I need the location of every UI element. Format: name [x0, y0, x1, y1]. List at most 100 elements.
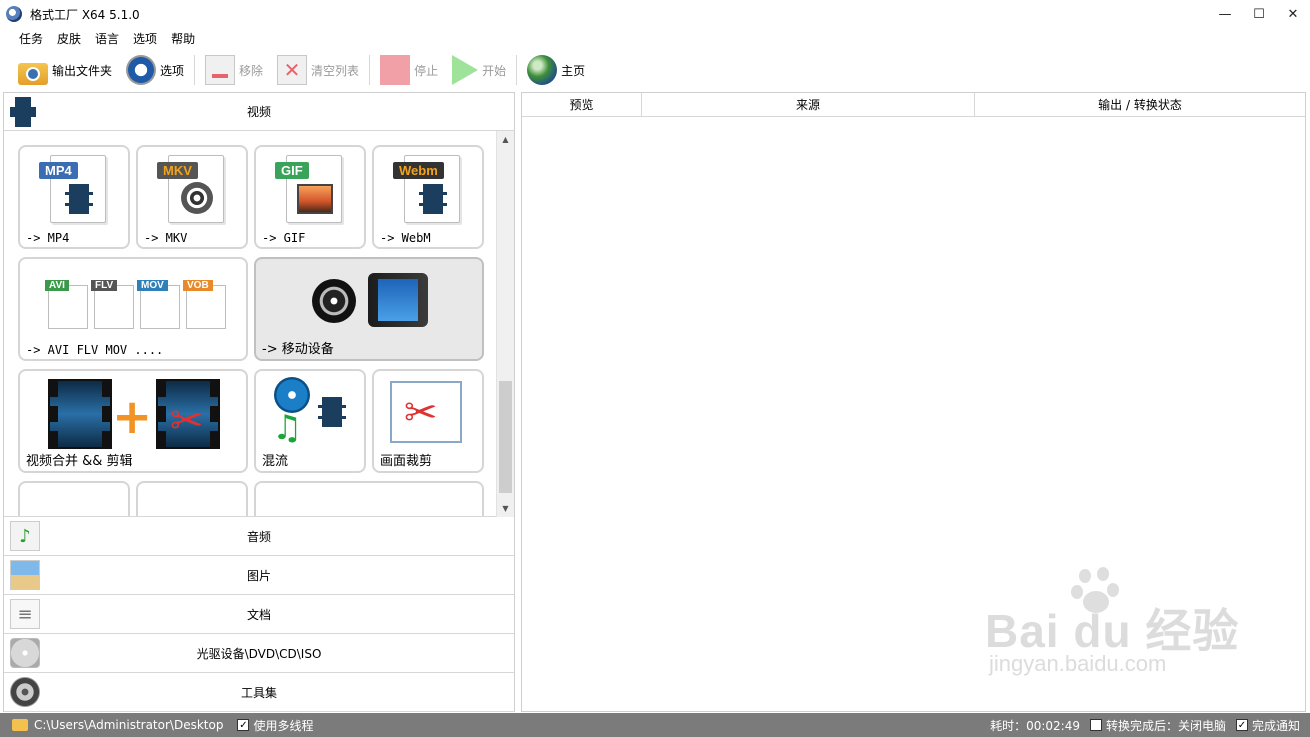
baidu-watermark: Bai du 经验 jingyan.baidu.com: [985, 567, 1255, 677]
film-reel-icon: [181, 182, 213, 214]
scissors-icon: ✂: [404, 390, 438, 436]
category-video[interactable]: 视频: [4, 93, 514, 131]
start-label: 开始: [482, 63, 507, 78]
task-list-header: 预览 来源 输出 / 转换状态: [522, 93, 1305, 117]
category-audio[interactable]: 音频: [4, 517, 514, 556]
stop-icon: [380, 55, 411, 85]
avi-file-icon: AVI: [45, 280, 88, 329]
category-tools[interactable]: 工具集: [4, 673, 514, 712]
plus-icon: +: [112, 389, 153, 445]
vob-file-icon: VOB: [183, 280, 226, 329]
mkv-file-icon: MKV: [157, 155, 224, 223]
output-path[interactable]: C:\Users\Administrator\Desktop: [34, 718, 223, 732]
minimize-button[interactable]: —: [1208, 0, 1242, 28]
category-document-label: 文档: [246, 607, 271, 622]
category-document[interactable]: 文档: [4, 595, 514, 634]
toolbar-separator: [369, 55, 371, 85]
scroll-down-arrow-icon[interactable]: ▼: [497, 500, 514, 517]
mobile-phone-icon: [368, 273, 428, 327]
category-disc-label: 光驱设备\DVD\CD\ISO: [196, 646, 322, 661]
watermark-url: jingyan.baidu.com: [989, 651, 1167, 676]
gif-tag: GIF: [275, 162, 309, 179]
film-reel-icon: [312, 279, 356, 323]
column-source[interactable]: 来源: [642, 93, 975, 116]
multithread-label: 使用多线程: [253, 718, 314, 733]
folder-icon: [18, 63, 48, 85]
format-factory-window: 格式工厂 X64 5.1.0 — ☐ ✕ 任务 皮肤 语言 选项 帮助 输出文件…: [0, 0, 1310, 737]
options-label: 选项: [160, 63, 185, 78]
home-button[interactable]: 主页: [523, 52, 589, 88]
column-output-status[interactable]: 输出 / 转换状态: [975, 93, 1305, 116]
options-gear-icon: [126, 55, 157, 85]
tile-partial-2[interactable]: [136, 481, 248, 516]
category-picture[interactable]: 图片: [4, 556, 514, 595]
app-icon: [6, 6, 22, 22]
tile-to-mkv-label: -> MKV: [144, 231, 188, 245]
mp4-file-icon: MP4: [39, 155, 106, 223]
remove-button[interactable]: 移除: [201, 52, 267, 88]
film-icon: [318, 397, 346, 427]
gif-file-icon: GIF: [275, 155, 342, 223]
notify-checkbox[interactable]: ✓: [1235, 719, 1248, 731]
column-preview[interactable]: 预览: [522, 93, 642, 116]
scroll-up-arrow-icon[interactable]: ▲: [497, 131, 514, 148]
window-controls: — ☐ ✕: [1208, 0, 1310, 28]
clear-list-icon: [277, 55, 308, 85]
folder-icon[interactable]: [12, 719, 28, 731]
title-bar: 格式工厂 X64 5.1.0 — ☐ ✕: [0, 0, 1310, 28]
tile-to-avi-flv-mov[interactable]: AVI FLV MOV VOB -> AVI FLV MOV ....: [18, 257, 248, 361]
tile-crop-label: 画面裁剪: [380, 454, 433, 469]
start-button[interactable]: 开始: [448, 52, 510, 88]
close-button[interactable]: ✕: [1276, 0, 1310, 28]
clear-list-button[interactable]: 清空列表: [273, 52, 363, 88]
category-disc[interactable]: 光驱设备\DVD\CD\ISO: [4, 634, 514, 673]
toolbar-separator: [516, 55, 518, 85]
category-video-label: 视频: [246, 105, 271, 119]
menu-task[interactable]: 任务: [12, 30, 50, 47]
video-function-grid: MP4 -> MP4 MKV -> MKV GIF -> GIF Webm ->…: [4, 131, 514, 517]
maximize-button[interactable]: ☐: [1242, 0, 1276, 28]
menu-language[interactable]: 语言: [88, 30, 126, 47]
menu-help[interactable]: 帮助: [164, 30, 202, 47]
tile-to-gif[interactable]: GIF -> GIF: [254, 145, 366, 249]
tile-to-webm[interactable]: Webm -> WebM: [372, 145, 484, 249]
tile-to-mp4-label: -> MP4: [26, 231, 70, 245]
tile-partial-3[interactable]: [254, 481, 484, 516]
film-icon: [65, 184, 93, 214]
play-icon: [452, 55, 479, 85]
tile-merge-label: 视频合并 && 剪辑: [26, 454, 133, 469]
tile-video-merge-edit[interactable]: + ✂ 视频合并 && 剪辑: [18, 369, 248, 473]
music-note-icon: ♫: [272, 408, 303, 448]
multithread-checkbox[interactable]: ✓: [237, 719, 250, 731]
tools-reel-icon: [10, 677, 40, 707]
tile-to-webm-label: -> WebM: [380, 231, 431, 245]
sunset-photo-icon: [297, 184, 333, 214]
mkv-tag: MKV: [157, 162, 198, 179]
options-button[interactable]: 选项: [122, 52, 188, 88]
category-tools-label: 工具集: [240, 685, 277, 700]
category-list: 音频 图片 文档 光驱设备\DVD\CD\ISO 工具集: [4, 517, 514, 712]
remove-label: 移除: [239, 63, 264, 78]
after-complete-checkbox[interactable]: [1089, 719, 1102, 731]
tile-to-mobile-device[interactable]: -> 移动设备: [254, 257, 484, 361]
menu-skin[interactable]: 皮肤: [50, 30, 88, 47]
audio-icon: [10, 521, 40, 551]
tile-crop[interactable]: ✂ 画面裁剪: [372, 369, 484, 473]
tile-to-mkv[interactable]: MKV -> MKV: [136, 145, 248, 249]
scissors-icon: ✂: [170, 398, 204, 444]
tile-mux[interactable]: ♫ 混流: [254, 369, 366, 473]
menu-options[interactable]: 选项: [126, 30, 164, 47]
window-title: 格式工厂 X64 5.1.0: [30, 7, 140, 22]
tile-to-gif-label: -> GIF: [262, 231, 306, 245]
mp4-tag: MP4: [39, 162, 78, 179]
scroll-thumb[interactable]: [499, 381, 512, 493]
document-icon: [10, 599, 40, 629]
stop-label: 停止: [414, 63, 439, 78]
status-right: 耗时：00:02:49 转换完成后：关闭电脑 ✓ 完成通知: [990, 713, 1300, 737]
elapsed-time: 耗时：00:02:49: [990, 718, 1080, 733]
tile-to-mp4[interactable]: MP4 -> MP4: [18, 145, 130, 249]
stop-button[interactable]: 停止: [376, 52, 442, 88]
tile-partial-1[interactable]: [18, 481, 130, 516]
output-folder-button[interactable]: 输出文件夹: [14, 52, 116, 88]
grid-scrollbar[interactable]: ▲ ▼: [496, 131, 514, 517]
